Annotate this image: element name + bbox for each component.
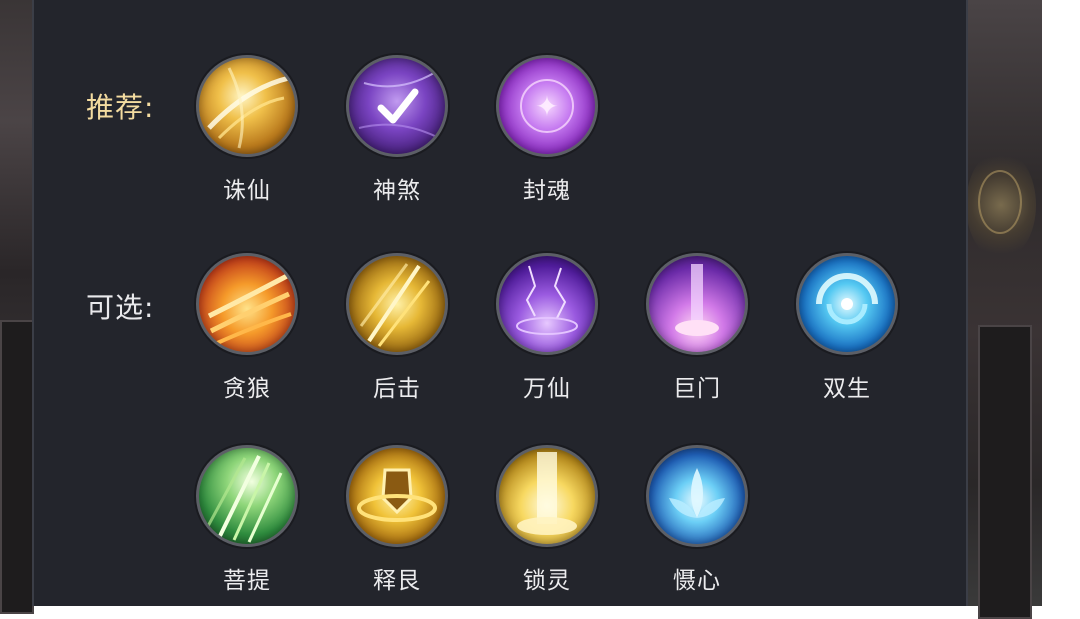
golden-shield-icon — [346, 445, 448, 547]
golden-strike-icon — [346, 253, 448, 355]
skill-tanlang[interactable]: 贪狼 — [192, 253, 302, 403]
skill-shigen[interactable]: 释艮 — [342, 445, 452, 595]
fire-claw-icon — [196, 253, 298, 355]
golden-slash-icon — [196, 55, 298, 157]
skill-fenghun[interactable]: ✦ 封魂 — [492, 55, 602, 205]
seal-rune-icon: ✦ — [496, 55, 598, 157]
optional-label: 可选: — [86, 291, 155, 324]
purple-lightning-icon — [496, 253, 598, 355]
green-beams-icon — [196, 445, 298, 547]
skill-panel: 推荐: 可选: 诛仙 神煞 ✦ 封魂 贪狼 后击 万仙 巨门 双生 菩提 释艮 … — [32, 0, 968, 606]
skill-zhuxian[interactable]: 诛仙 — [192, 55, 302, 205]
skill-name: 慑心 — [673, 568, 721, 594]
skill-shensha[interactable]: 神煞 — [342, 55, 452, 205]
skill-jumen[interactable]: 巨门 — [642, 253, 752, 403]
skill-name: 巨门 — [673, 376, 721, 402]
blue-swirl-icon — [796, 253, 898, 355]
skill-name: 万仙 — [523, 376, 571, 402]
skill-name: 锁灵 — [523, 568, 571, 594]
blue-lotus-icon — [646, 445, 748, 547]
skill-shuangsheng[interactable]: 双生 — [792, 253, 902, 403]
skill-shexin[interactable]: 慑心 — [642, 445, 752, 595]
skill-name: 释艮 — [373, 568, 421, 594]
skill-name: 贪狼 — [223, 376, 271, 402]
svg-text:✦: ✦ — [535, 90, 558, 123]
skill-puti[interactable]: 菩提 — [192, 445, 302, 595]
light-beam-icon — [496, 445, 598, 547]
skill-suoling[interactable]: 锁灵 — [492, 445, 602, 595]
skill-name: 后击 — [373, 376, 421, 402]
skill-houji[interactable]: 后击 — [342, 253, 452, 403]
background-frame-left — [0, 320, 34, 614]
skill-name: 菩提 — [223, 568, 271, 594]
recommended-label: 推荐: — [86, 91, 155, 124]
skill-name: 双生 — [823, 376, 871, 402]
skill-name: 诛仙 — [223, 178, 271, 204]
background-right — [960, 0, 1042, 619]
skill-name: 封魂 — [523, 178, 571, 204]
background-ring — [978, 170, 1022, 234]
skill-name: 神煞 — [373, 178, 421, 204]
skill-wanxian[interactable]: 万仙 — [492, 253, 602, 403]
violet-pillar-icon — [646, 253, 748, 355]
background-frame-right — [978, 325, 1032, 619]
purple-check-icon — [346, 55, 448, 157]
